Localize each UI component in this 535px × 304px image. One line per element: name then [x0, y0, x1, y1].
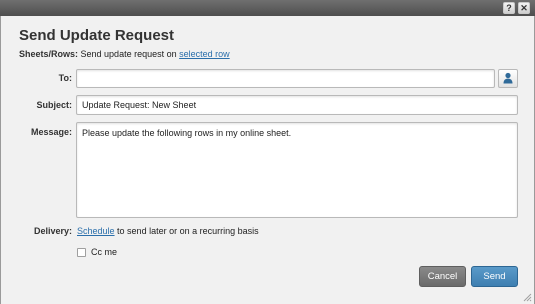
delivery-line: Schedule to send later or on a recurring…: [77, 226, 259, 236]
schedule-link[interactable]: Schedule: [77, 226, 115, 236]
message-label: Message:: [30, 127, 72, 137]
sheet-rows-text: Send update request on: [80, 49, 177, 59]
choose-contacts-button[interactable]: [498, 69, 518, 88]
subject-label: Subject:: [36, 100, 72, 110]
cancel-button[interactable]: Cancel: [419, 266, 466, 287]
delivery-label: Delivery:: [33, 226, 72, 236]
send-update-request-dialog: Send Update Request Sheets/Rows: Send up…: [0, 16, 535, 304]
window-titlebar: ? ✕: [0, 0, 535, 16]
delivery-text: to send later or on a recurring basis: [117, 226, 259, 236]
to-label: To:: [58, 73, 72, 83]
sheet-rows-label: Sheets/Rows:: [19, 49, 79, 59]
dialog-title: Send Update Request: [19, 27, 175, 44]
cc-me-label: Cc me: [91, 247, 118, 257]
selected-row-link[interactable]: selected row: [179, 49, 230, 59]
close-icon[interactable]: ✕: [518, 2, 530, 14]
cc-me-option[interactable]: Cc me: [77, 247, 117, 257]
cc-me-checkbox[interactable]: [77, 247, 86, 257]
sheet-rows-line: Sheets/Rows: Send update request on sele…: [19, 49, 230, 59]
person-icon: [503, 72, 513, 84]
to-field[interactable]: [76, 69, 495, 88]
help-icon[interactable]: ?: [503, 2, 515, 14]
subject-field[interactable]: [76, 95, 518, 115]
send-button[interactable]: Send: [471, 266, 518, 287]
resize-grip-icon[interactable]: [522, 292, 532, 302]
message-field[interactable]: Please update the following rows in my o…: [76, 122, 518, 218]
